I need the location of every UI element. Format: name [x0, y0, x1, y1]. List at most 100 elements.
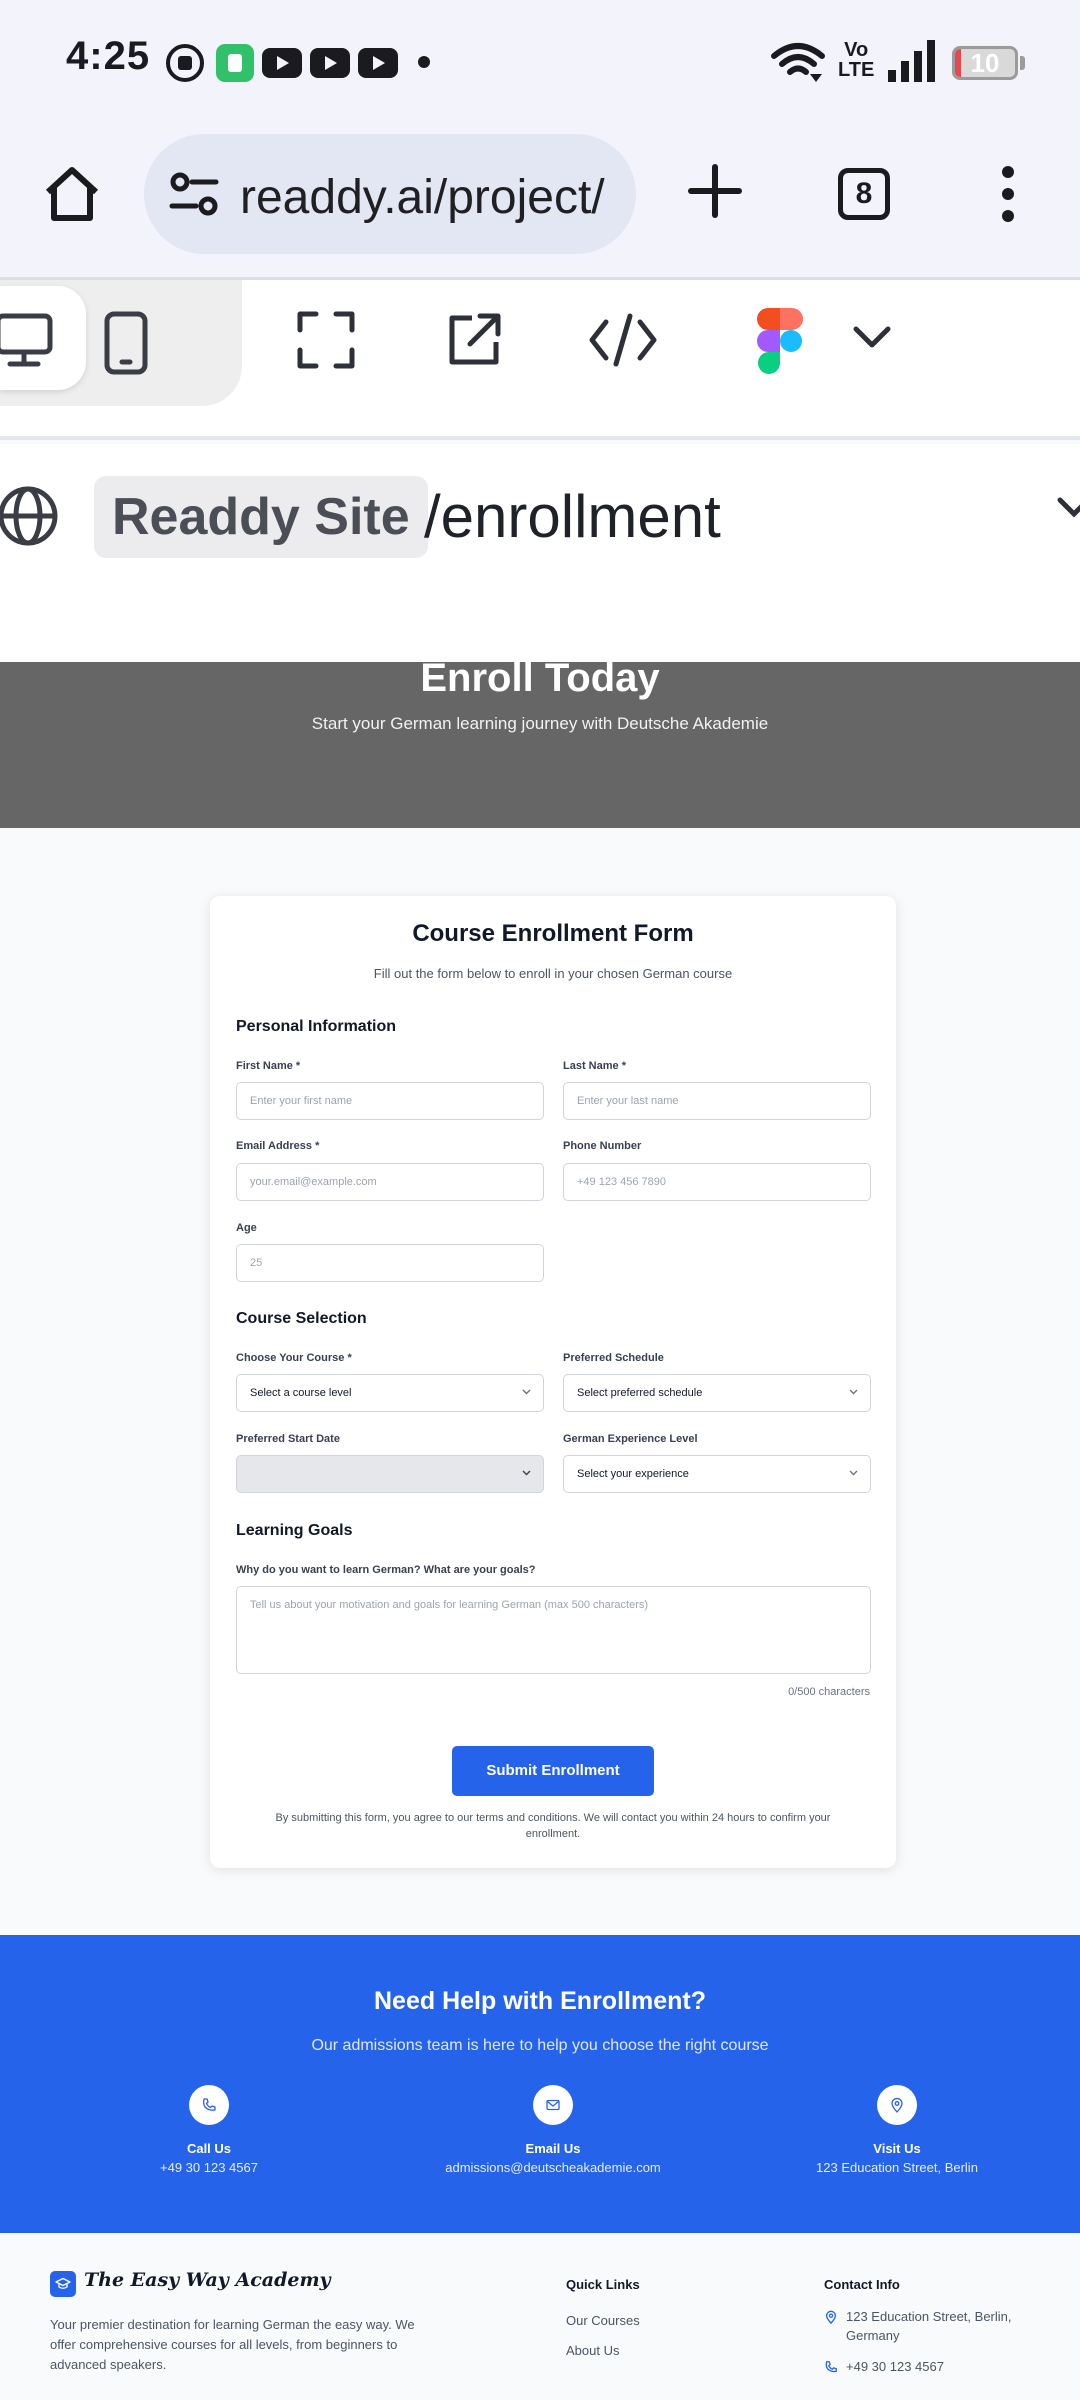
app-notification-icon	[216, 44, 254, 82]
route-bar: Readdy Site /enrollment	[0, 444, 1080, 590]
tab-switcher-button[interactable]: 8	[838, 168, 890, 220]
age-input[interactable]: 25	[236, 1244, 544, 1282]
form-subtitle: Fill out the form below to enroll in you…	[373, 966, 733, 981]
code-icon[interactable]	[588, 310, 658, 370]
phone-input[interactable]: +49 123 456 7890	[563, 1163, 871, 1201]
graduation-cap-icon	[50, 2271, 76, 2297]
last-name-label: Last Name *	[563, 1060, 626, 1072]
schedule-select-value: Select preferred schedule	[577, 1387, 703, 1399]
start-date-label: Preferred Start Date	[236, 1433, 340, 1445]
goals-textarea[interactable]: Tell us about your motivation and goals …	[236, 1586, 871, 1674]
preview-toolbar	[0, 280, 1080, 440]
contact-email-value[interactable]: admissions@deutscheakademie.com	[403, 2160, 703, 2175]
phone-label: Phone Number	[563, 1140, 642, 1152]
footer-link-about[interactable]: About Us	[566, 2343, 619, 2358]
contact-call: Call Us +49 30 123 4567	[59, 2085, 359, 2175]
course-select-value: Select a course level	[250, 1387, 352, 1399]
contact-call-value[interactable]: +49 30 123 4567	[59, 2160, 359, 2175]
figma-icon[interactable]	[756, 306, 804, 376]
email-label: Email Address *	[236, 1140, 320, 1152]
battery-cap	[1020, 56, 1025, 70]
url-text[interactable]: readdy.ai/project/	[240, 170, 605, 225]
fullscreen-icon[interactable]	[296, 310, 356, 370]
new-tab-icon[interactable]	[688, 164, 742, 218]
wifi-icon	[771, 43, 825, 82]
footer-address-text: 123 Education Street, Berlin, Germany	[846, 2309, 1012, 2343]
more-notifications-icon	[418, 56, 430, 68]
quick-links-title: Quick Links	[566, 2277, 640, 2292]
footer-phone-text[interactable]: +49 30 123 4567	[824, 2357, 1034, 2376]
contact-visit-title: Visit Us	[873, 2141, 921, 2156]
map-pin-icon	[825, 2310, 837, 2324]
footer-address: 123 Education Street, Berlin, Germany	[824, 2307, 1034, 2345]
footer-description: Your premier destination for learning Ge…	[50, 2317, 415, 2372]
phone-icon	[203, 2098, 216, 2111]
start-date-select[interactable]	[236, 1455, 544, 1493]
chevron-down-icon	[522, 1389, 531, 1395]
submit-enrollment-button[interactable]: Submit Enrollment	[452, 1746, 654, 1796]
mail-icon	[546, 2099, 560, 2111]
course-select[interactable]: Select a course level	[236, 1374, 544, 1412]
first-name-label: First Name *	[236, 1060, 301, 1072]
help-title: Need Help with Enrollment?	[374, 1987, 706, 2015]
contact-email-title: Email Us	[525, 2141, 581, 2156]
mobile-view-icon[interactable]	[102, 310, 150, 376]
contact-visit: Visit Us 123 Education Street, Berlin	[747, 2085, 1047, 2175]
battery-percent: 10	[970, 48, 1000, 78]
youtube-icon	[358, 48, 398, 78]
help-subtitle: Our admissions team is here to help you …	[311, 2037, 769, 2054]
experience-select[interactable]: Select your experience	[563, 1455, 871, 1493]
map-pin-icon-circle	[877, 2085, 917, 2125]
footer-brand-name[interactable]: The Easy Way Academy	[84, 2269, 331, 2291]
desktop-view-button[interactable]	[0, 286, 86, 390]
status-bar: 4:25 Vo LTE 10	[0, 0, 1080, 124]
help-section: Need Help with Enrollment? Our admission…	[0, 1935, 1080, 2233]
more-menu-icon[interactable]	[994, 166, 1022, 222]
course-selection-heading: Course Selection	[236, 1310, 367, 1327]
contact-visit-value: 123 Education Street, Berlin	[816, 2160, 978, 2175]
chevron-down-icon[interactable]	[852, 324, 892, 350]
map-pin-icon	[891, 2097, 903, 2113]
open-external-icon[interactable]	[444, 310, 504, 370]
status-time: 4:25	[66, 34, 151, 78]
char-counter: 0/500 characters	[788, 1686, 870, 1698]
course-label: Choose Your Course *	[236, 1352, 352, 1364]
schedule-label: Preferred Schedule	[563, 1352, 664, 1364]
address-bar[interactable]: readdy.ai/project/	[144, 134, 636, 254]
contact-email: Email Us admissions@deutscheakademie.com	[403, 2085, 703, 2175]
browser-toolbar: readdy.ai/project/ 8	[0, 124, 1080, 280]
page-top-spacer	[0, 590, 1080, 662]
footer-phone: +49 30 123 4567	[824, 2357, 1034, 2376]
youtube-icon	[262, 48, 302, 78]
terms-notice: By submitting this form, you agree to ou…	[275, 1812, 831, 1840]
chevron-down-icon	[849, 1389, 858, 1395]
learning-goals-heading: Learning Goals	[236, 1522, 353, 1539]
goals-question-label: Why do you want to learn German? What ar…	[236, 1564, 536, 1576]
enrollment-form: Course Enrollment Form Fill out the form…	[210, 896, 896, 1868]
personal-info-heading: Personal Information	[236, 1018, 397, 1035]
signal-icon	[888, 40, 935, 82]
phone-icon	[825, 2361, 837, 2373]
hero-subtitle: Start your German learning journey with …	[311, 714, 769, 733]
youtube-icon	[310, 48, 350, 78]
form-title: Course Enrollment Form	[412, 920, 694, 947]
globe-icon	[0, 486, 58, 546]
first-name-input[interactable]: Enter your first name	[236, 1082, 544, 1120]
site-settings-icon[interactable]	[168, 168, 220, 220]
site-footer: The Easy Way Academy Your premier destin…	[0, 2233, 1080, 2400]
last-name-input[interactable]: Enter your last name	[563, 1082, 871, 1120]
footer-link-courses[interactable]: Our Courses	[566, 2313, 640, 2328]
chevron-down-icon	[849, 1470, 858, 1476]
route-path[interactable]: /enrollment	[424, 482, 721, 552]
phone-icon-circle	[189, 2085, 229, 2125]
contact-info-title: Contact Info	[824, 2277, 900, 2292]
hero-section: Enroll Today Start your German learning …	[0, 662, 1080, 828]
home-icon[interactable]	[40, 162, 104, 226]
volte-indicator: Vo LTE	[838, 39, 875, 81]
site-chip[interactable]: Readdy Site	[94, 476, 428, 558]
route-dropdown-icon[interactable]	[1056, 496, 1080, 520]
screen-record-icon	[166, 44, 204, 82]
email-input[interactable]: your.email@example.com	[236, 1163, 544, 1201]
desktop-icon	[0, 313, 53, 367]
schedule-select[interactable]: Select preferred schedule	[563, 1374, 871, 1412]
